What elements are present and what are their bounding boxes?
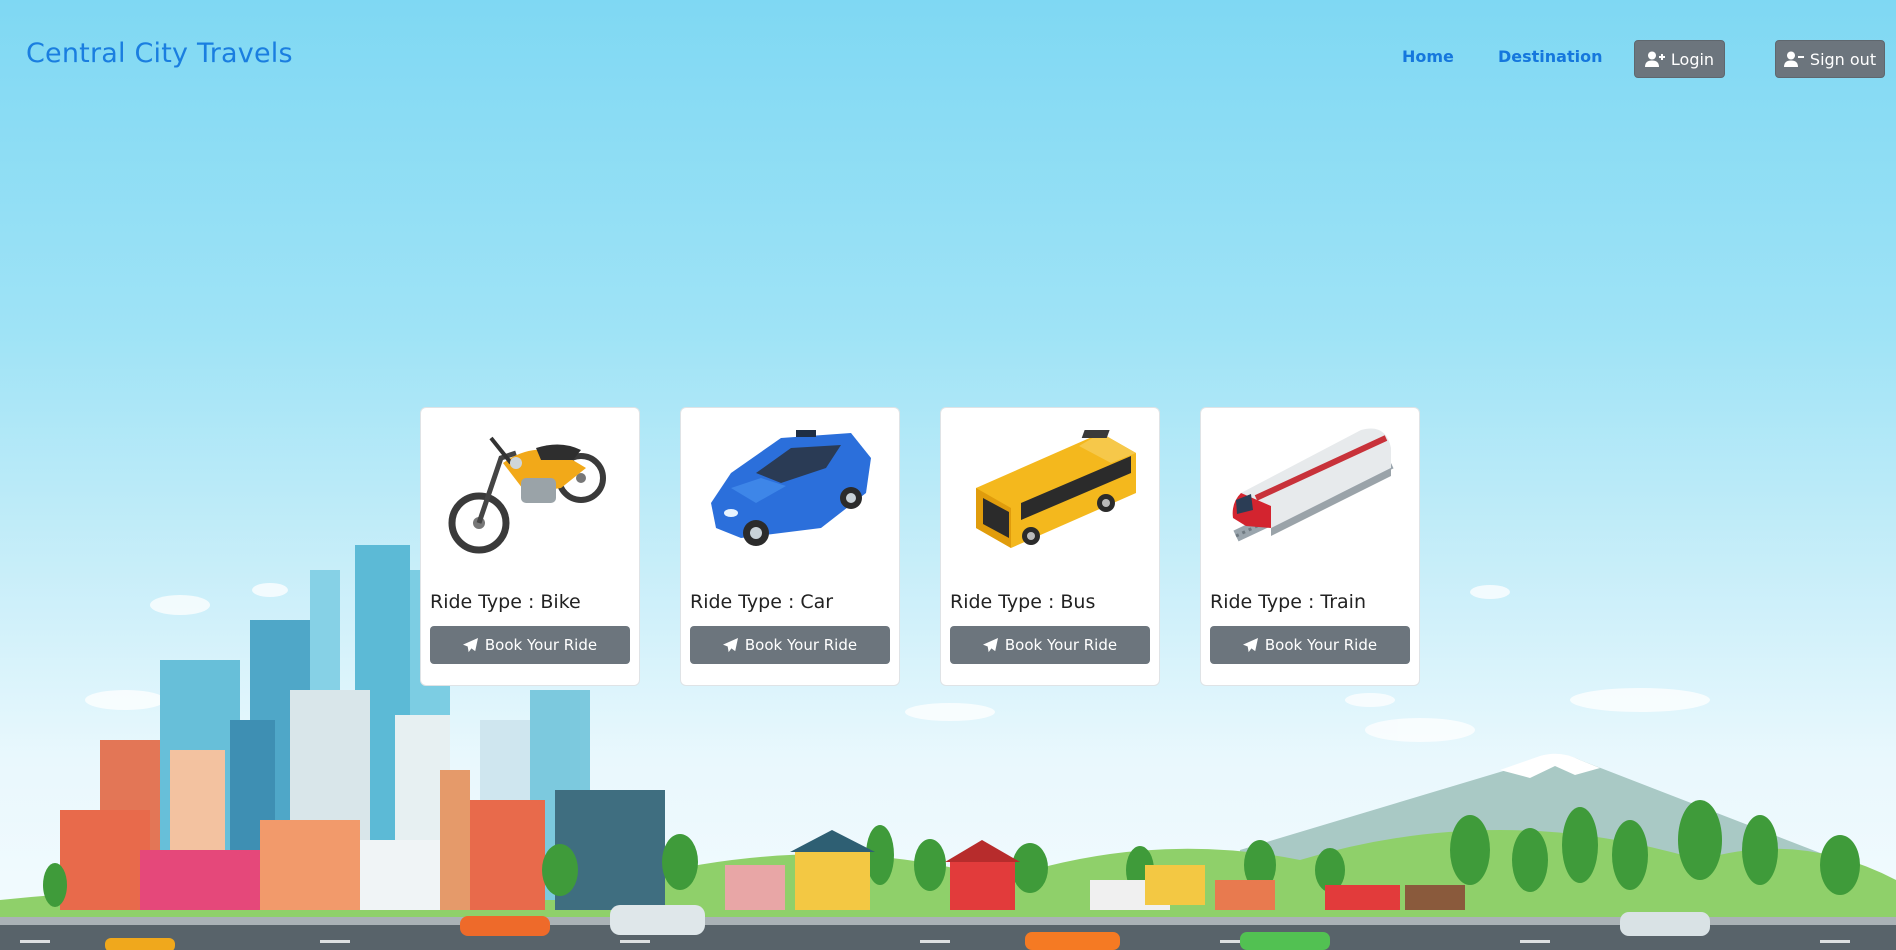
paper-plane-icon (722, 637, 738, 652)
user-minus-icon (1783, 51, 1804, 67)
book-ride-button-bus[interactable]: Book Your Ride (950, 626, 1150, 664)
nav-link-destination[interactable]: Destination (1498, 47, 1603, 66)
book-ride-button-train[interactable]: Book Your Ride (1210, 626, 1410, 664)
ride-card-train: Ride Type : Train Book Your Ride (1200, 407, 1420, 686)
sign-out-label: Sign out (1809, 49, 1877, 69)
motorcycle-icon (448, 436, 606, 554)
book-ride-button-car[interactable]: Book Your Ride (690, 626, 890, 664)
sign-out-button[interactable]: Sign out (1775, 40, 1885, 78)
book-ride-label: Book Your Ride (744, 636, 858, 654)
ride-type-title: Ride Type : Bus (950, 591, 1096, 613)
book-ride-label: Book Your Ride (484, 636, 598, 654)
paper-plane-icon (462, 637, 478, 652)
login-label: Login (1670, 49, 1715, 69)
ride-type-title: Ride Type : Bike (430, 591, 581, 613)
ride-card-car: Ride Type : Car Book Your Ride (680, 407, 900, 686)
book-ride-label: Book Your Ride (1264, 636, 1378, 654)
navbar: Central City Travels Home Destination Lo… (0, 0, 1896, 110)
ride-card-bus: Ride Type : Bus Book Your Ride (940, 407, 1160, 686)
login-button[interactable]: Login (1634, 40, 1725, 78)
car-icon (711, 430, 871, 546)
paper-plane-icon (982, 637, 998, 652)
book-ride-button-bike[interactable]: Book Your Ride (430, 626, 630, 664)
ride-card-bike: Ride Type : Bike Book Your Ride (420, 407, 640, 686)
train-icon (1232, 428, 1394, 542)
brand-title[interactable]: Central City Travels (26, 38, 293, 69)
nav-link-home[interactable]: Home (1402, 47, 1454, 66)
user-plus-icon (1644, 51, 1665, 67)
ride-type-title: Ride Type : Train (1210, 591, 1366, 613)
ride-type-title: Ride Type : Car (690, 591, 834, 613)
book-ride-label: Book Your Ride (1004, 636, 1118, 654)
paper-plane-icon (1242, 637, 1258, 652)
bus-icon (976, 430, 1136, 548)
